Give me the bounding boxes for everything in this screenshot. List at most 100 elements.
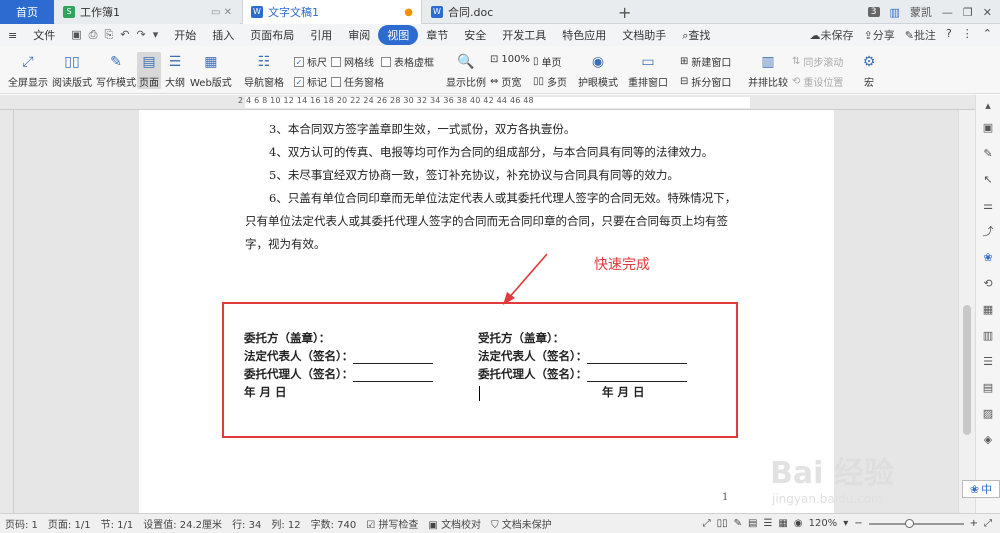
- zoom-level[interactable]: 120%: [809, 518, 838, 529]
- page-view-button[interactable]: ▤ 页面: [137, 52, 161, 89]
- doc-protect-button[interactable]: ⛉ 文档未保护: [486, 516, 557, 531]
- paragraph-5[interactable]: 5、未尽事宜经双方协商一致，签订补充协议，补充协议与合同具有同等的效力。: [245, 164, 745, 187]
- sidebar-edit-icon[interactable]: ✎: [981, 147, 995, 161]
- client-date[interactable]: 年 月 日: [244, 384, 287, 400]
- menu-chapter[interactable]: 章节: [418, 27, 456, 43]
- menu-review[interactable]: 审阅: [340, 27, 378, 43]
- more-icon[interactable]: ⋮: [962, 27, 973, 43]
- menu-developer[interactable]: 开发工具: [494, 27, 554, 43]
- search-button[interactable]: ⌕查找: [674, 27, 718, 43]
- menu-special-apps[interactable]: 特色应用: [554, 27, 614, 43]
- vertical-ruler[interactable]: [0, 110, 14, 513]
- paragraph-4[interactable]: 4、双方认可的传真、电报等均可作为合同的组成部分，与本合同具有同等的法律效力。: [245, 141, 745, 164]
- client-seal-line[interactable]: 委托方（盖章）：: [244, 330, 330, 346]
- single-page-button[interactable]: ▯ 单页: [533, 54, 562, 69]
- menu-view[interactable]: 视图: [378, 25, 419, 45]
- menu-doc-assistant[interactable]: 文档助手: [614, 27, 674, 43]
- sidebar-adjust-icon[interactable]: ⚌: [981, 199, 995, 213]
- restore-icon[interactable]: ❐: [963, 6, 973, 19]
- tab-spreadsheet[interactable]: S 工作簿1 ▭ ✕: [55, 0, 240, 24]
- nav-pane-button[interactable]: ☷ 导航窗格: [244, 52, 284, 89]
- task-pane-checkbox[interactable]: 任务窗格: [331, 74, 384, 89]
- new-window-button[interactable]: ⊞ 新建窗口: [680, 54, 731, 69]
- fit-icon[interactable]: ⤢: [984, 518, 992, 529]
- sidebar-translate-icon[interactable]: ⟲: [981, 277, 995, 291]
- tab-contract-document[interactable]: W 合同.doc: [423, 0, 608, 24]
- reading-status-icon[interactable]: ▯▯: [717, 518, 728, 529]
- page-width-button[interactable]: ⇔ 页宽: [490, 74, 521, 89]
- sidebar-list-icon[interactable]: ☰: [981, 355, 995, 369]
- eye-protection-button[interactable]: ◉ 护眼模式: [578, 52, 618, 89]
- fullscreen-button[interactable]: ⤢ 全屏显示: [8, 52, 48, 89]
- zoom-in-icon[interactable]: +: [970, 518, 978, 529]
- trustee-seal-line[interactable]: 受托方（盖章）：: [478, 330, 564, 346]
- table-frame-checkbox[interactable]: 表格虚框: [381, 54, 434, 69]
- horizontal-ruler[interactable]: 2 4 6 8 10 12 14 16 18 20 22 24 26 28 30…: [0, 95, 975, 110]
- close-icon[interactable]: ✕: [983, 6, 992, 19]
- tab-close-icon[interactable]: ▭ ✕: [211, 7, 232, 18]
- scrollbar-thumb[interactable]: [963, 305, 971, 435]
- menu-references[interactable]: 引用: [302, 27, 340, 43]
- sidebar-gallery-icon[interactable]: ◈: [981, 433, 995, 447]
- reading-mode-button[interactable]: ▯▯ 阅读版式: [52, 52, 92, 89]
- outline-status-icon[interactable]: ☰: [763, 518, 772, 529]
- menu-insert[interactable]: 插入: [204, 27, 242, 43]
- doc-proof-button[interactable]: ▣ 文档校对: [423, 516, 486, 531]
- zoom-dropdown-icon[interactable]: ▾: [843, 518, 848, 529]
- web-view-button[interactable]: ▦ Web版式: [190, 52, 232, 89]
- undo-icon[interactable]: ↶: [120, 28, 129, 42]
- tab-home[interactable]: 首页: [0, 0, 54, 24]
- sidebar-new-icon[interactable]: ▣: [981, 121, 995, 135]
- trustee-date[interactable]: 年 月 日: [602, 384, 645, 400]
- user-name[interactable]: 蒙凯: [910, 4, 932, 20]
- client-agent-line[interactable]: 委托代理人（签名）：: [244, 366, 434, 382]
- menu-home[interactable]: 开始: [166, 27, 204, 43]
- add-tab-button[interactable]: +: [618, 3, 631, 22]
- sidebar-table-icon[interactable]: ▦: [981, 303, 995, 317]
- print-preview-icon[interactable]: ⎙: [89, 28, 98, 42]
- outline-button[interactable]: ☰ 大纲: [164, 52, 186, 89]
- redo-icon[interactable]: ↷: [136, 28, 145, 42]
- menu-file[interactable]: 文件: [25, 27, 63, 43]
- reset-position-button[interactable]: ⟲ 重设位置: [792, 74, 843, 89]
- sync-scroll-button[interactable]: ⇅ 同步滚动: [792, 54, 843, 69]
- sidebar-paw-icon[interactable]: ❀: [981, 251, 995, 265]
- comment-button[interactable]: ✎批注: [905, 27, 936, 43]
- ime-indicator[interactable]: ❀ 中: [962, 480, 1000, 498]
- sidebar-doc-icon[interactable]: ▤: [981, 381, 995, 395]
- spell-check-button[interactable]: ☑ 拼写检查: [361, 516, 423, 531]
- side-by-side-button[interactable]: ▥ 并排比较: [748, 52, 788, 89]
- document-page[interactable]: 3、本合同双方签字盖章即生效，一式贰份，双方各执壹份。 4、双方认可的传真、电报…: [139, 110, 834, 513]
- zoom-slider[interactable]: [868, 518, 964, 528]
- eye-status-icon[interactable]: ◉: [794, 518, 803, 529]
- zoom-100-button[interactable]: ⊡ 100%: [490, 54, 530, 65]
- multi-page-button[interactable]: ▯▯ 多页: [533, 74, 567, 89]
- split-window-button[interactable]: ⊟ 拆分窗口: [680, 74, 731, 89]
- unsaved-button[interactable]: ☁未保存: [810, 27, 854, 43]
- zoom-out-icon[interactable]: −: [854, 518, 862, 529]
- print-icon[interactable]: ⎘: [104, 28, 113, 42]
- paragraph-3[interactable]: 3、本合同双方签字盖章即生效，一式贰份，双方各执壹份。: [245, 118, 745, 141]
- menu-page-layout[interactable]: 页面布局: [242, 27, 302, 43]
- gridlines-checkbox[interactable]: 网格线: [331, 54, 374, 69]
- page-status-icon[interactable]: ▤: [748, 518, 757, 529]
- writing-mode-button[interactable]: ✎ 写作模式: [96, 52, 136, 89]
- vertical-scrollbar[interactable]: [958, 110, 975, 513]
- sidebar-cursor-icon[interactable]: ↖: [981, 173, 995, 187]
- mark-checkbox[interactable]: ✓ 标记: [294, 74, 327, 89]
- dropdown-icon[interactable]: ▾: [153, 28, 159, 42]
- save-icon[interactable]: ▣: [71, 28, 81, 42]
- sidebar-image-icon[interactable]: ▨: [981, 407, 995, 421]
- zoom-button[interactable]: 🔍 显示比例: [446, 52, 486, 89]
- help-button[interactable]: ?: [946, 27, 952, 43]
- status-word-count[interactable]: 字数: 740: [306, 516, 362, 531]
- writing-status-icon[interactable]: ✎: [734, 518, 742, 529]
- sidebar-share-icon[interactable]: ⤴: [981, 225, 995, 239]
- sidebar-chart-icon[interactable]: ▥: [981, 329, 995, 343]
- notification-badge[interactable]: 3: [867, 7, 880, 17]
- paragraph-6[interactable]: 6、只盖有单位合同印章而无单位法定代表人或其委托代理人签字的合同无效。特殊情况下…: [245, 187, 745, 256]
- sidebar-up-icon[interactable]: ▴: [981, 99, 995, 113]
- user-avatar-icon[interactable]: ▥: [890, 6, 900, 19]
- collapse-ribbon-icon[interactable]: ⌃: [983, 27, 992, 43]
- ruler-checkbox[interactable]: ✓ 标尺: [294, 54, 327, 69]
